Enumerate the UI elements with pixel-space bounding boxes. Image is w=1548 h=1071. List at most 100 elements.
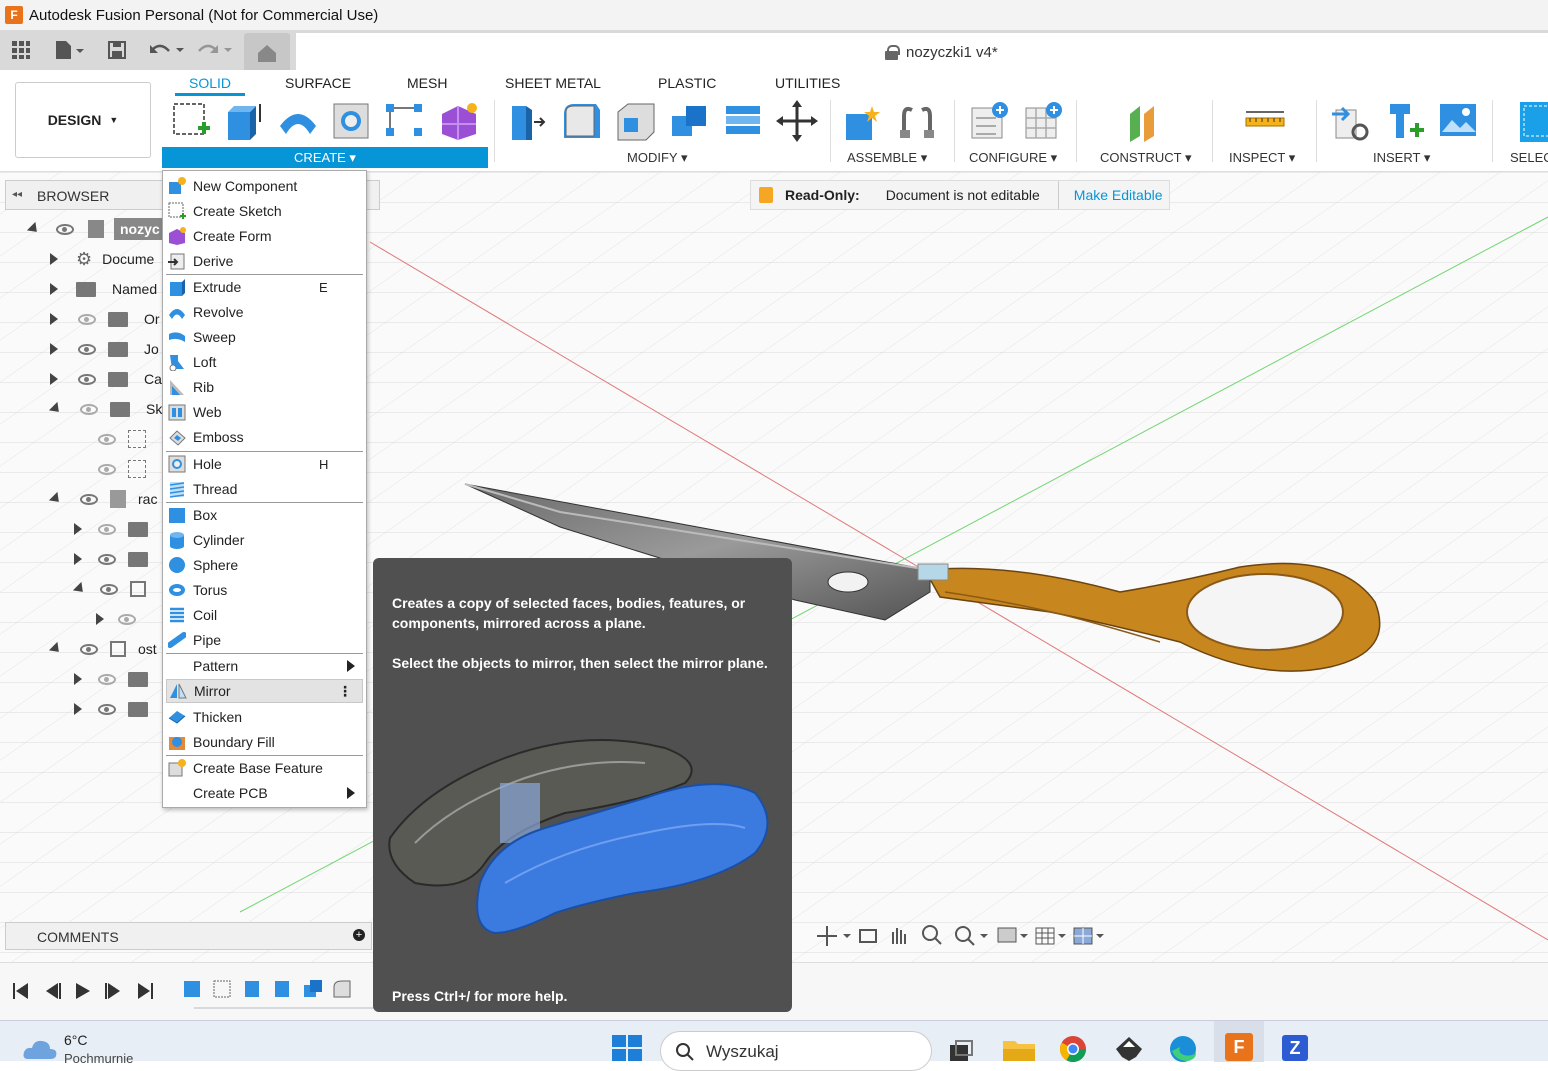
canvas-image-icon[interactable] xyxy=(1438,100,1480,142)
tree-row-joints[interactable]: Jo xyxy=(50,335,159,363)
configure-dropdown-button[interactable]: CONFIGURE ▾ xyxy=(969,150,1057,166)
menu-item-pipe[interactable]: Pipe xyxy=(166,628,363,652)
expand-icon[interactable] xyxy=(74,523,82,535)
visibility-eye-icon[interactable] xyxy=(100,583,118,595)
taskbar-active-app[interactable]: F xyxy=(1214,1021,1264,1062)
expand-icon[interactable] xyxy=(74,703,82,715)
tree-row-named-views[interactable]: Named xyxy=(50,275,157,303)
look-at-icon[interactable] xyxy=(859,929,877,943)
windows-start-icon[interactable] xyxy=(612,1035,642,1061)
tab-utilities[interactable]: UTILITIES xyxy=(775,75,840,91)
weather-temperature[interactable]: 6°C xyxy=(64,1032,88,1048)
expand-icon[interactable] xyxy=(74,673,82,685)
menu-item-emboss[interactable]: Emboss xyxy=(166,425,363,449)
select-icon[interactable] xyxy=(1518,100,1548,142)
menu-item-create-pcb[interactable]: Create PCB xyxy=(166,781,363,805)
collapse-icon[interactable]: ◂◂ xyxy=(12,189,22,200)
menu-item-pattern[interactable]: Pattern xyxy=(166,654,363,678)
z-app-icon[interactable]: Z xyxy=(1282,1035,1308,1061)
visibility-eye-icon[interactable] xyxy=(98,703,116,715)
go-to-end-icon[interactable] xyxy=(138,983,153,999)
task-view-icon[interactable] xyxy=(948,1039,974,1061)
new-component-icon[interactable] xyxy=(842,100,884,142)
tree-row-canvases[interactable]: Ca xyxy=(50,365,162,393)
expand-icon[interactable] xyxy=(48,641,64,657)
file-explorer-icon[interactable] xyxy=(1003,1037,1035,1061)
assemble-dropdown-button[interactable]: ASSEMBLE ▾ xyxy=(847,150,927,166)
menu-item-mirror[interactable]: Mirror ⋮ xyxy=(166,679,363,703)
undo-icon[interactable] xyxy=(148,36,186,64)
make-editable-button[interactable]: Make Editable xyxy=(1057,181,1163,209)
move-icon[interactable] xyxy=(776,100,818,142)
more-options-icon[interactable]: ⋮ xyxy=(338,683,352,700)
app-grid-icon[interactable] xyxy=(10,36,32,64)
cloud-weather-icon[interactable] xyxy=(22,1037,58,1061)
go-to-start-icon[interactable] xyxy=(13,983,28,999)
select-dropdown-button[interactable]: SELEC xyxy=(1510,150,1548,165)
step-forward-icon[interactable] xyxy=(105,983,120,999)
menu-item-create-form[interactable]: Create Form xyxy=(166,224,363,248)
workspace-switcher-button[interactable]: DESIGN ▼ xyxy=(15,82,151,158)
timeline-feature-fillet-icon[interactable] xyxy=(333,980,351,998)
menu-item-torus[interactable]: Torus xyxy=(166,578,363,602)
timeline-feature-combine-icon[interactable] xyxy=(304,980,322,997)
modify-dropdown-button[interactable]: MODIFY ▾ xyxy=(627,150,687,166)
menu-item-cylinder[interactable]: Cylinder xyxy=(166,528,363,552)
visibility-eye-icon[interactable] xyxy=(80,643,98,655)
redo-icon[interactable] xyxy=(196,36,234,64)
construct-dropdown-button[interactable]: CONSTRUCT ▾ xyxy=(1100,150,1192,166)
zoom-window-icon[interactable] xyxy=(955,926,988,946)
tree-row-sub-2[interactable] xyxy=(74,545,148,573)
tree-row-sketches[interactable]: Sk xyxy=(48,395,162,423)
viewports-icon[interactable] xyxy=(1073,927,1104,945)
zoom-icon[interactable] xyxy=(922,925,942,945)
expand-icon[interactable] xyxy=(50,313,58,325)
menu-item-rib[interactable]: Rib xyxy=(166,375,363,399)
menu-item-loft[interactable]: Loft xyxy=(166,350,363,374)
menu-item-boundary-fill[interactable]: Boundary Fill xyxy=(166,730,363,754)
menu-item-thicken[interactable]: Thicken xyxy=(166,705,363,729)
expand-icon[interactable] xyxy=(48,401,64,417)
home-tab[interactable] xyxy=(244,33,290,70)
tree-row-sub-4[interactable] xyxy=(74,695,148,723)
edge-icon[interactable] xyxy=(1168,1035,1198,1063)
offset-face-icon[interactable] xyxy=(722,100,764,142)
timeline-feature-extrude-icon[interactable] xyxy=(275,981,289,997)
tree-row-sketch-1[interactable] xyxy=(98,425,146,453)
grid-settings-icon[interactable] xyxy=(1035,927,1066,945)
tree-row-bodies[interactable] xyxy=(72,575,146,603)
menu-item-coil[interactable]: Coil xyxy=(166,603,363,627)
visibility-eye-off-icon[interactable] xyxy=(98,523,116,535)
configure-icon[interactable] xyxy=(968,100,1010,142)
menu-item-derive[interactable]: Derive xyxy=(166,249,363,273)
weather-description[interactable]: Pochmurnie xyxy=(64,1051,133,1066)
expand-icon[interactable] xyxy=(50,343,58,355)
display-settings-icon[interactable] xyxy=(997,927,1028,943)
tree-row-sub-1[interactable] xyxy=(74,515,148,543)
insert-dropdown-button[interactable]: INSERT ▾ xyxy=(1373,150,1430,166)
tab-plastic[interactable]: PLASTIC xyxy=(658,75,716,91)
menu-item-new-component[interactable]: New Component xyxy=(166,174,363,198)
menu-item-extrude[interactable]: Extrude E xyxy=(166,275,363,299)
create-sketch-icon[interactable] xyxy=(170,100,212,142)
orbit-icon[interactable] xyxy=(817,926,851,946)
visibility-eye-icon[interactable] xyxy=(98,553,116,565)
visibility-eye-off-icon[interactable] xyxy=(98,433,116,445)
hole-icon[interactable] xyxy=(330,100,372,142)
visibility-eye-off-icon[interactable] xyxy=(98,673,116,685)
visibility-eye-icon[interactable] xyxy=(80,493,98,505)
expand-icon[interactable] xyxy=(50,283,58,295)
timeline-feature-canvas-icon[interactable] xyxy=(184,981,200,997)
offset-plane-icon[interactable] xyxy=(1126,100,1168,142)
menu-item-sweep[interactable]: Sweep xyxy=(166,325,363,349)
insert-mcmaster-icon[interactable] xyxy=(1384,100,1426,142)
pan-icon[interactable] xyxy=(892,928,906,944)
tree-row-origin[interactable]: Or xyxy=(50,305,160,333)
menu-item-thread[interactable]: Thread xyxy=(166,477,363,501)
timeline-feature-extrude-icon[interactable] xyxy=(245,981,259,997)
menu-item-revolve[interactable]: Revolve xyxy=(166,300,363,324)
configure-table-icon[interactable] xyxy=(1022,100,1064,142)
expand-icon[interactable] xyxy=(26,221,42,237)
menu-item-create-sketch[interactable]: Create Sketch xyxy=(166,199,363,223)
chamfer-icon[interactable] xyxy=(614,100,656,142)
